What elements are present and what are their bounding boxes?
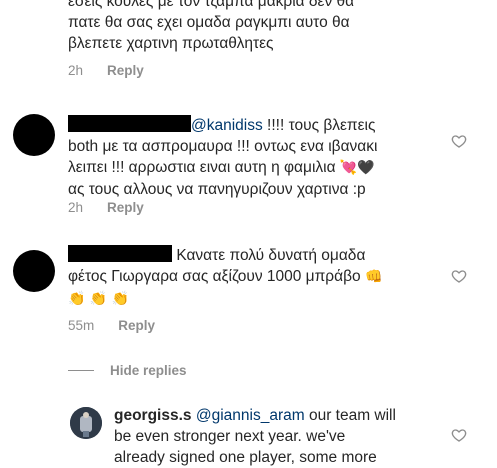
comment-2-line-4: ας τους αλλους να πανηγυριζουν χαρτινα :…: [68, 181, 366, 198]
comment-1-line-2: πατε θα σας εχει ομαδα ραγκμπι αυτο θα: [68, 14, 350, 31]
comment-2-meta: 2h Reply: [68, 200, 144, 215]
comment-1-timestamp: 2h: [68, 63, 84, 78]
like-heart-icon[interactable]: [451, 427, 467, 443]
comment-3-line-1: Κανατε πολύ δυνατή ομαδα: [68, 245, 458, 266]
comment-2-username-redacted: [68, 115, 191, 132]
black-heart-icon: 🖤: [357, 160, 375, 176]
comment-1-line-1: εσεις κουλες με τον τζαμπα μακρια δεν θα: [68, 0, 355, 10]
reply-1-username[interactable]: georgiss.s: [114, 407, 192, 424]
comment-3: Κανατε πολύ δυνατή ομαδα φέτος Γιωργαρα …: [68, 245, 458, 310]
reply-1-line-1: georgiss.s @giannis_aram our team will: [114, 405, 454, 426]
hide-replies-divider: [68, 370, 94, 371]
comment-2-avatar[interactable]: [13, 114, 55, 156]
comment-2-mention[interactable]: @kanidiss: [191, 117, 263, 134]
comment-3-line-1-text: Κανατε πολύ δυνατή ομαδα: [176, 247, 366, 264]
comment-2-line-1: @kanidiss !!!! τους βλεπεις: [68, 115, 458, 136]
hide-replies-label: Hide replies: [110, 363, 187, 378]
reply-1-line-1-text: our team will: [304, 407, 396, 424]
comment-2-line-2: both με τα ασπρομαυρα !!! οντως ενα ιβαν…: [68, 138, 378, 155]
comment-2-line-3-text: λειπει !!! αρρωστια ειναι αυτη η φαμιλια: [68, 159, 336, 176]
hide-replies-toggle[interactable]: Hide replies: [68, 363, 187, 378]
comment-2-timestamp: 2h: [68, 200, 84, 215]
comment-2-line-3: λειπει !!! αρρωστια ειναι αυτη η φαμιλια…: [68, 157, 458, 179]
reply-1-line-3: already signed one player, some more: [114, 449, 377, 466]
clapping-hands-icon: 👏 👏 👏: [68, 291, 130, 307]
oncoming-fist-icon: 👊: [364, 269, 383, 285]
reply-1: georgiss.s @giannis_aram our team will b…: [114, 405, 454, 468]
reply-1-line-2: be even stronger next year. we've: [114, 428, 346, 445]
comment-3-timestamp: 55m: [68, 318, 95, 333]
comment-3-avatar[interactable]: [13, 250, 55, 292]
comment-3-line-2-text: φέτος Γιωργαρα σας αξίζουν 1000 μπράβο: [68, 268, 361, 285]
reply-1-avatar-image: [70, 407, 102, 439]
comment-2-line-1-text: !!!! τους βλεπεις: [262, 117, 376, 134]
comment-1-line-3: βλεπετε χαρτινη πρωταθλητες: [68, 35, 274, 52]
comment-3-meta: 55m Reply: [68, 318, 155, 333]
comment-3-line-2: φέτος Γιωργαρα σας αξίζουν 1000 μπράβο 👊: [68, 266, 458, 288]
reply-1-mention[interactable]: @giannis_aram: [196, 407, 305, 424]
comment-2: @kanidiss !!!! τους βλεπεις both με τα α…: [68, 115, 458, 200]
like-heart-icon[interactable]: [451, 268, 467, 284]
heart-with-arrow-icon: 💘: [339, 160, 358, 176]
comment-3-username-redacted: [68, 245, 172, 262]
comment-3-reply-button[interactable]: Reply: [118, 318, 155, 333]
like-heart-icon[interactable]: [451, 133, 467, 149]
comment-2-reply-button[interactable]: Reply: [107, 200, 144, 215]
comment-1-meta: 2h Reply: [68, 63, 144, 78]
comment-1-reply-button[interactable]: Reply: [107, 63, 144, 78]
reply-1-avatar[interactable]: [70, 407, 102, 439]
comment-1: εσεις κουλες με τον τζαμπα μακρια δεν θα…: [68, 0, 448, 54]
comment-3-line-3: 👏 👏 👏: [68, 288, 458, 310]
